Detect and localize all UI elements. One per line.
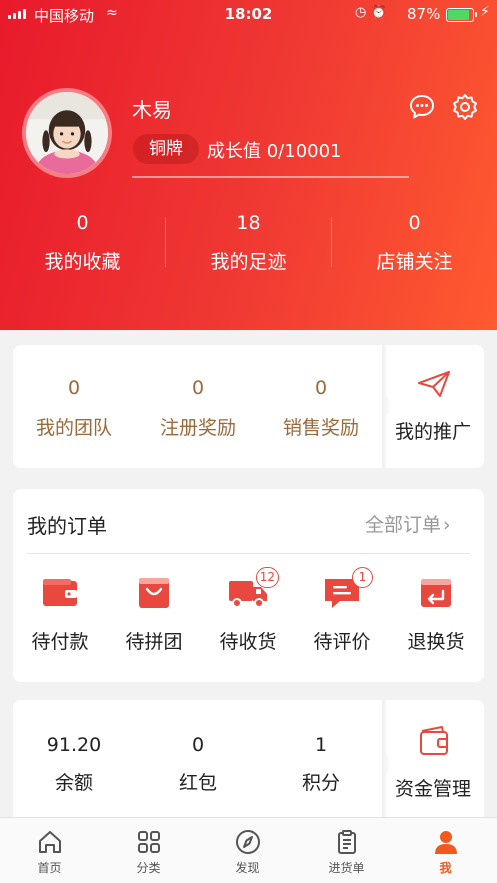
sales-reward-label: 销售奖励 — [282, 417, 359, 439]
wallet-outline-icon — [420, 726, 448, 755]
history-stat[interactable]: 18 我的足迹 — [166, 210, 331, 274]
chevron-right-icon: › — [443, 514, 451, 536]
all-orders-link[interactable]: 全部订单 › — [365, 510, 451, 537]
message-icon[interactable] — [408, 93, 436, 121]
alarm-icon: ◷ ⏰ — [355, 5, 387, 20]
gear-icon[interactable] — [451, 93, 479, 121]
review-icon: 1 — [322, 567, 373, 611]
balance-value: 91.20 — [46, 734, 102, 756]
tab-category[interactable]: 分类 — [99, 818, 198, 883]
team-label: 我的团队 — [35, 417, 112, 439]
register-reward-stat[interactable]: 0 注册奖励 — [137, 375, 259, 440]
history-count: 18 — [236, 212, 261, 234]
points-value: 1 — [314, 734, 328, 756]
order-pending-group[interactable]: 待拼团 — [107, 575, 201, 654]
orders-title: 我的订单 — [27, 514, 107, 538]
tab-label: 发现 — [235, 861, 260, 875]
order-pending-review[interactable]: 1 待评价 — [295, 567, 389, 654]
team-stat[interactable]: 0 我的团队 — [13, 375, 135, 440]
sales-reward-count: 0 — [314, 377, 328, 399]
my-promotion-label: 我的推广 — [394, 421, 471, 443]
order-label: 待收货 — [219, 631, 277, 653]
fund-management-button[interactable]: 资金管理 — [382, 700, 484, 830]
order-count-badge: 1 — [352, 567, 373, 588]
register-reward-count: 0 — [191, 377, 205, 399]
register-reward-label: 注册奖励 — [159, 417, 236, 439]
favorites-count: 0 — [76, 212, 89, 234]
fund-management-label: 资金管理 — [394, 778, 471, 800]
balance-label: 余额 — [54, 772, 93, 794]
order-label: 待付款 — [31, 631, 89, 653]
avatar[interactable] — [22, 88, 112, 178]
compass-icon — [235, 830, 260, 854]
team-count: 0 — [67, 377, 81, 399]
tab-label: 分类 — [136, 861, 161, 875]
order-label: 退换货 — [407, 631, 465, 653]
order-returns[interactable]: 退换货 — [389, 575, 483, 654]
favorites-stat[interactable]: 0 我的收藏 — [0, 210, 165, 274]
order-pending-receipt[interactable]: 12 待收货 — [201, 567, 295, 654]
tab-label: 进货单 — [328, 861, 365, 875]
wallet-icon — [40, 575, 80, 611]
order-label: 待拼团 — [125, 631, 183, 653]
red-packet-stat[interactable]: 0 红包 — [137, 732, 259, 795]
orders-card: 我的订单 全部订单 › 待付款 待拼团 12 待收货 1 待评价 退换货 — [13, 489, 484, 682]
divider — [27, 553, 470, 554]
followed-shops-label: 店铺关注 — [376, 251, 453, 273]
tab-purchase-list[interactable]: 进货单 — [297, 818, 396, 883]
tab-label: 我 — [439, 861, 452, 875]
tab-home[interactable]: 首页 — [0, 818, 99, 883]
shopping-bag-icon — [134, 575, 174, 611]
red-packet-value: 0 — [191, 734, 205, 756]
all-orders-label: 全部订单 — [365, 514, 442, 536]
sales-reward-stat[interactable]: 0 销售奖励 — [260, 375, 382, 440]
member-level-badge[interactable]: 铜牌 — [133, 134, 199, 164]
order-count-badge: 12 — [255, 567, 279, 588]
notch-shadow — [382, 345, 392, 468]
username: 木易 — [132, 98, 172, 122]
wallet-card: 91.20 余额 0 红包 1 积分 资金管理 — [13, 700, 484, 830]
growth-value: 成长值 0/10001 — [207, 141, 342, 162]
followed-shops-count: 0 — [408, 212, 421, 234]
user-icon — [434, 831, 457, 854]
notch-shadow — [382, 700, 392, 830]
tab-me[interactable]: 我 — [396, 818, 495, 883]
points-label: 积分 — [301, 772, 340, 794]
paper-plane-icon — [418, 371, 450, 397]
truck-icon: 12 — [228, 567, 279, 611]
status-bar: 中国移动 ≈ 18:02 ◷ ⏰ 87% ⚡ — [0, 0, 497, 30]
category-icon — [137, 831, 160, 853]
battery-icon — [446, 8, 477, 22]
home-icon — [38, 831, 61, 853]
balance-stat[interactable]: 91.20 余额 — [13, 732, 135, 795]
favorites-label: 我的收藏 — [44, 251, 121, 273]
growth-progress-bar — [132, 176, 409, 178]
red-packet-label: 红包 — [178, 772, 217, 794]
order-pending-payment[interactable]: 待付款 — [13, 575, 107, 654]
points-stat[interactable]: 1 积分 — [260, 732, 382, 795]
history-label: 我的足迹 — [210, 251, 287, 273]
team-rewards-card: 0 我的团队 0 注册奖励 0 销售奖励 我的推广 — [13, 345, 484, 468]
order-label: 待评价 — [313, 631, 371, 653]
battery-percent: 87% — [407, 5, 441, 23]
tab-label: 首页 — [37, 861, 62, 875]
tab-discover[interactable]: 发现 — [198, 818, 297, 883]
followed-shops-stat[interactable]: 0 店铺关注 — [332, 210, 497, 274]
return-icon — [416, 575, 456, 611]
my-promotion-button[interactable]: 我的推广 — [382, 345, 484, 468]
clipboard-icon — [337, 830, 356, 854]
bottom-tab-bar: 首页 分类 发现 进货单 我 — [0, 817, 497, 883]
charging-icon: ⚡ — [480, 4, 490, 20]
